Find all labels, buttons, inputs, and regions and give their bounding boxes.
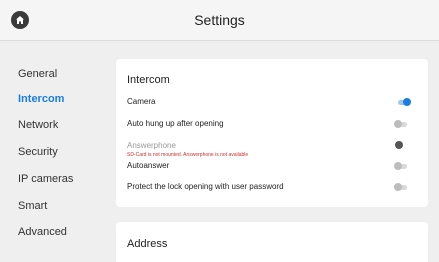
answerphone-warning: SD-Card is not mounted. Answerphone is n…	[127, 152, 249, 158]
settings-screen: Settings General Intercom Network Securi…	[0, 0, 439, 262]
toggle-knob	[394, 162, 402, 170]
sidebar-item-advanced[interactable]: Advanced	[18, 224, 67, 240]
address-title: Address	[127, 238, 168, 250]
camera-label: Camera	[127, 97, 156, 106]
toggle-knob	[394, 183, 402, 191]
sidebar-item-network[interactable]: Network	[18, 117, 58, 133]
section-title: Intercom	[127, 74, 170, 86]
address-card: Address	[116, 222, 428, 262]
auto-hangup-label: Auto hung up after opening	[127, 119, 224, 128]
camera-toggle[interactable]	[397, 97, 411, 107]
sidebar-item-intercom[interactable]: Intercom	[18, 91, 64, 107]
sidebar: General Intercom Network Security IP cam…	[0, 41, 110, 262]
autoanswer-toggle[interactable]	[394, 161, 408, 171]
auto-hangup-toggle[interactable]	[394, 119, 408, 129]
autoanswer-label: Autoanswer	[127, 161, 170, 170]
intercom-card: Intercom Camera Auto hung up after openi…	[116, 59, 428, 207]
toggle-knob	[395, 141, 403, 149]
sidebar-item-smart[interactable]: Smart	[18, 198, 47, 214]
lock-password-toggle[interactable]	[394, 182, 408, 192]
header-bar: Settings	[0, 0, 439, 41]
sidebar-item-ip-cameras[interactable]: IP cameras	[18, 171, 73, 187]
toggle-knob	[394, 120, 402, 128]
sidebar-item-general[interactable]: General	[18, 66, 57, 82]
lock-password-label: Protect the lock opening with user passw…	[127, 182, 284, 191]
sidebar-item-security[interactable]: Security	[18, 144, 58, 160]
page-title: Settings	[194, 12, 245, 28]
answerphone-toggle	[393, 140, 407, 150]
answerphone-label: Answerphone	[127, 141, 176, 150]
toggle-knob	[403, 98, 411, 106]
